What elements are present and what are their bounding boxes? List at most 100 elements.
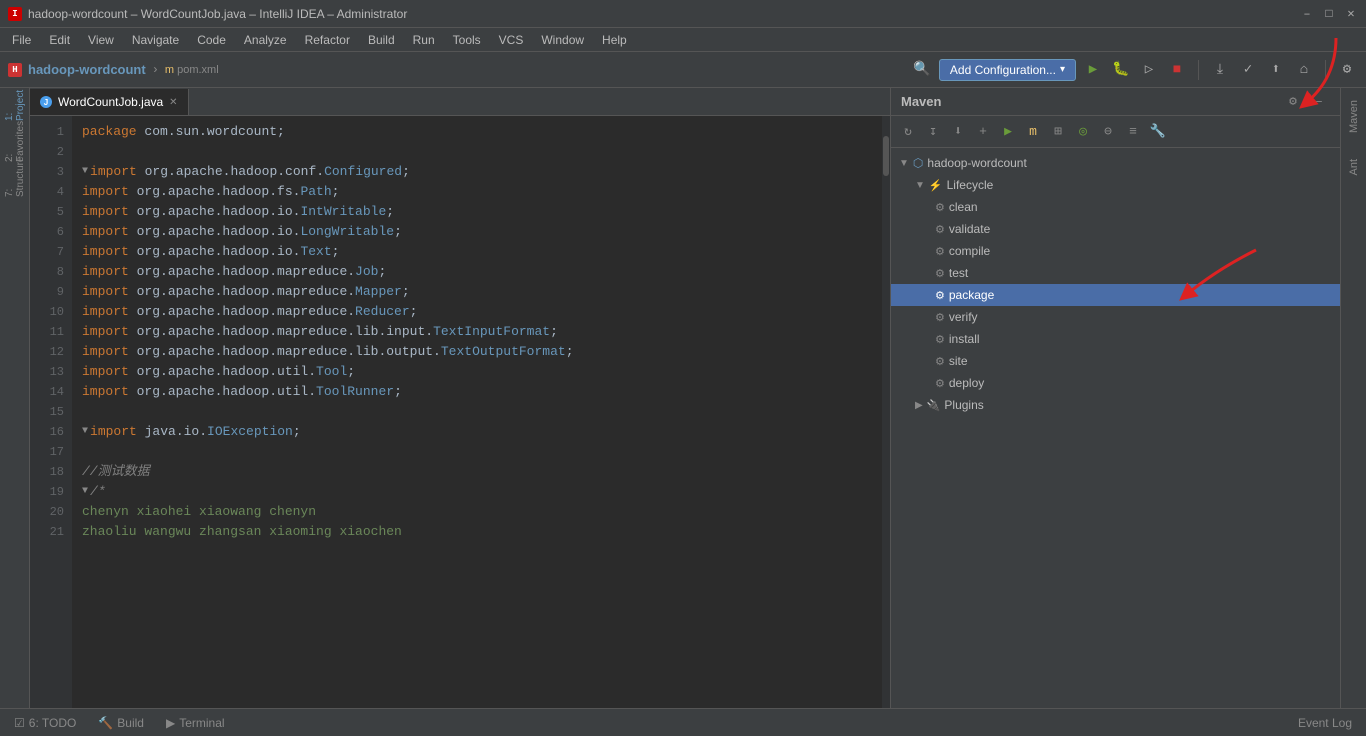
scroll-thumb[interactable]	[883, 136, 889, 176]
tree-plugins[interactable]: ▶ 🔌 Plugins	[891, 394, 1340, 416]
tab-terminal[interactable]: ▶ Terminal	[156, 711, 235, 735]
stop-button[interactable]: ■	[1166, 59, 1188, 81]
event-log-tab[interactable]: Event Log	[1288, 711, 1362, 735]
todo-label: 6: TODO	[29, 716, 77, 730]
tab-todo[interactable]: ☑ 6: TODO	[4, 711, 86, 735]
code-line-2	[82, 142, 882, 162]
maven-m-btn[interactable]: m	[1022, 121, 1044, 143]
vcs-commit-button[interactable]: ✓	[1237, 59, 1259, 81]
menu-window[interactable]: Window	[533, 31, 592, 49]
code-line-5: import org.apache.hadoop.io.IntWritable;	[82, 202, 882, 222]
tree-item-site[interactable]: ⚙ site	[891, 350, 1340, 372]
maven-tree: ▼ ⬡ hadoop-wordcount ▼ ⚡ Lifecycle ⚙ cle…	[891, 148, 1340, 708]
maven-circle-btn[interactable]: ◎	[1072, 121, 1094, 143]
close-button[interactable]: ✕	[1344, 7, 1358, 21]
test-gear-icon: ⚙	[935, 267, 945, 280]
maven-minimize-icon[interactable]: –	[1308, 91, 1330, 113]
menu-code[interactable]: Code	[189, 31, 234, 49]
menu-navigate[interactable]: Navigate	[124, 31, 187, 49]
code-content[interactable]: package com.sun.wordcount; ▼ import org.…	[72, 116, 882, 708]
maven-settings-icon[interactable]: ⚙	[1282, 91, 1304, 113]
menu-edit[interactable]: Edit	[41, 31, 78, 49]
maven-title: Maven	[901, 94, 941, 109]
maven-grid-btn[interactable]: ⊞	[1047, 121, 1069, 143]
add-configuration-button[interactable]: Add Configuration... ▾	[939, 59, 1076, 81]
maven-minus-btn[interactable]: ⊖	[1097, 121, 1119, 143]
validate-gear-icon: ⚙	[935, 223, 945, 236]
fold-icon-16[interactable]: ▼	[82, 422, 88, 442]
line-numbers: 12345 678910 1112131415 1617181920 21	[30, 116, 72, 708]
maven-lines-btn[interactable]: ≡	[1122, 121, 1144, 143]
root-label: hadoop-wordcount	[927, 156, 1026, 170]
package-gear-icon: ⚙	[935, 289, 945, 302]
tree-item-test[interactable]: ⚙ test	[891, 262, 1340, 284]
code-editor[interactable]: 12345 678910 1112131415 1617181920 21 pa…	[30, 116, 890, 708]
vcs-history-button[interactable]: ⌂	[1293, 59, 1315, 81]
sidebar-structure[interactable]: 7: Structure	[2, 164, 28, 190]
menu-tools[interactable]: Tools	[445, 31, 489, 49]
code-line-8: import org.apache.hadoop.mapreduce.Job;	[82, 262, 882, 282]
fold-icon-19[interactable]: ▼	[82, 482, 88, 502]
tree-root[interactable]: ▼ ⬡ hadoop-wordcount	[891, 152, 1340, 174]
tree-item-clean[interactable]: ⚙ clean	[891, 196, 1340, 218]
menu-view[interactable]: View	[80, 31, 122, 49]
code-line-1: package com.sun.wordcount;	[82, 122, 882, 142]
root-icon: ⬡	[913, 156, 923, 170]
site-gear-icon: ⚙	[935, 355, 945, 368]
install-label: install	[949, 332, 980, 346]
code-line-18: //测试数据	[82, 462, 882, 482]
maven-add-btn[interactable]: +	[972, 121, 994, 143]
code-line-15	[82, 402, 882, 422]
run-button[interactable]: ▶	[1082, 59, 1104, 81]
maven-header: Maven ⚙ –	[891, 88, 1340, 116]
menu-build[interactable]: Build	[360, 31, 403, 49]
settings-button[interactable]: ⚙	[1336, 59, 1358, 81]
add-config-label: Add Configuration...	[950, 63, 1056, 77]
vcs-push-button[interactable]: ⬆	[1265, 59, 1287, 81]
lifecycle-icon: ⚡	[929, 179, 943, 192]
left-sidebar: 1: Project 2: Favorites 7: Structure	[0, 88, 30, 708]
maven-run-btn[interactable]: ▶	[997, 121, 1019, 143]
maximize-button[interactable]: □	[1322, 7, 1336, 21]
tree-lifecycle[interactable]: ▼ ⚡ Lifecycle	[891, 174, 1340, 196]
maven-refresh-btn[interactable]: ↻	[897, 121, 919, 143]
tab-wordcountjob[interactable]: J WordCountJob.java ✕	[30, 89, 189, 115]
code-line-7: import org.apache.hadoop.io.Text;	[82, 242, 882, 262]
plugins-icon: 🔌	[927, 399, 941, 412]
menu-help[interactable]: Help	[594, 31, 635, 49]
tab-build[interactable]: 🔨 Build	[88, 711, 154, 735]
sidebar-project[interactable]: 1: Project	[2, 92, 28, 118]
menu-refactor[interactable]: Refactor	[297, 31, 358, 49]
maven-collapse-btn[interactable]: ↧	[922, 121, 944, 143]
vcs-update-button[interactable]: ⤓	[1209, 59, 1231, 81]
tree-item-verify[interactable]: ⚙ verify	[891, 306, 1340, 328]
editor-area: J WordCountJob.java ✕ 12345 678910 11121…	[30, 88, 890, 708]
pom-breadcrumb[interactable]: m pom.xml	[165, 64, 219, 76]
window-title: hadoop-wordcount – WordCountJob.java – I…	[28, 7, 407, 21]
vtab-maven[interactable]: Maven	[1344, 92, 1364, 141]
menu-analyze[interactable]: Analyze	[236, 31, 295, 49]
tree-item-deploy[interactable]: ⚙ deploy	[891, 372, 1340, 394]
run-with-coverage-button[interactable]: ▷	[1138, 59, 1160, 81]
scrollbar[interactable]	[882, 116, 890, 708]
tree-item-package[interactable]: ⚙ package	[891, 284, 1340, 306]
fold-icon-3[interactable]: ▼	[82, 162, 88, 182]
menu-vcs[interactable]: VCS	[491, 31, 532, 49]
tree-item-validate[interactable]: ⚙ validate	[891, 218, 1340, 240]
maven-download-btn[interactable]: ⬇	[947, 121, 969, 143]
sidebar-favorites[interactable]: 2: Favorites	[2, 128, 28, 154]
menu-run[interactable]: Run	[405, 31, 443, 49]
search-everywhere-icon[interactable]: 🔍	[911, 59, 933, 81]
tree-item-compile[interactable]: ⚙ compile	[891, 240, 1340, 262]
plugins-label: Plugins	[944, 398, 983, 412]
menu-file[interactable]: File	[4, 31, 39, 49]
debug-button[interactable]: 🐛	[1110, 59, 1132, 81]
vtab-ant[interactable]: Ant	[1344, 151, 1364, 184]
tab-label: WordCountJob.java	[58, 95, 163, 109]
minimize-button[interactable]: –	[1300, 7, 1314, 21]
verify-label: verify	[949, 310, 978, 324]
plugins-arrow: ▶	[915, 400, 923, 411]
tab-close-button[interactable]: ✕	[169, 97, 177, 108]
maven-wrench-btn[interactable]: 🔧	[1147, 121, 1169, 143]
tree-item-install[interactable]: ⚙ install	[891, 328, 1340, 350]
